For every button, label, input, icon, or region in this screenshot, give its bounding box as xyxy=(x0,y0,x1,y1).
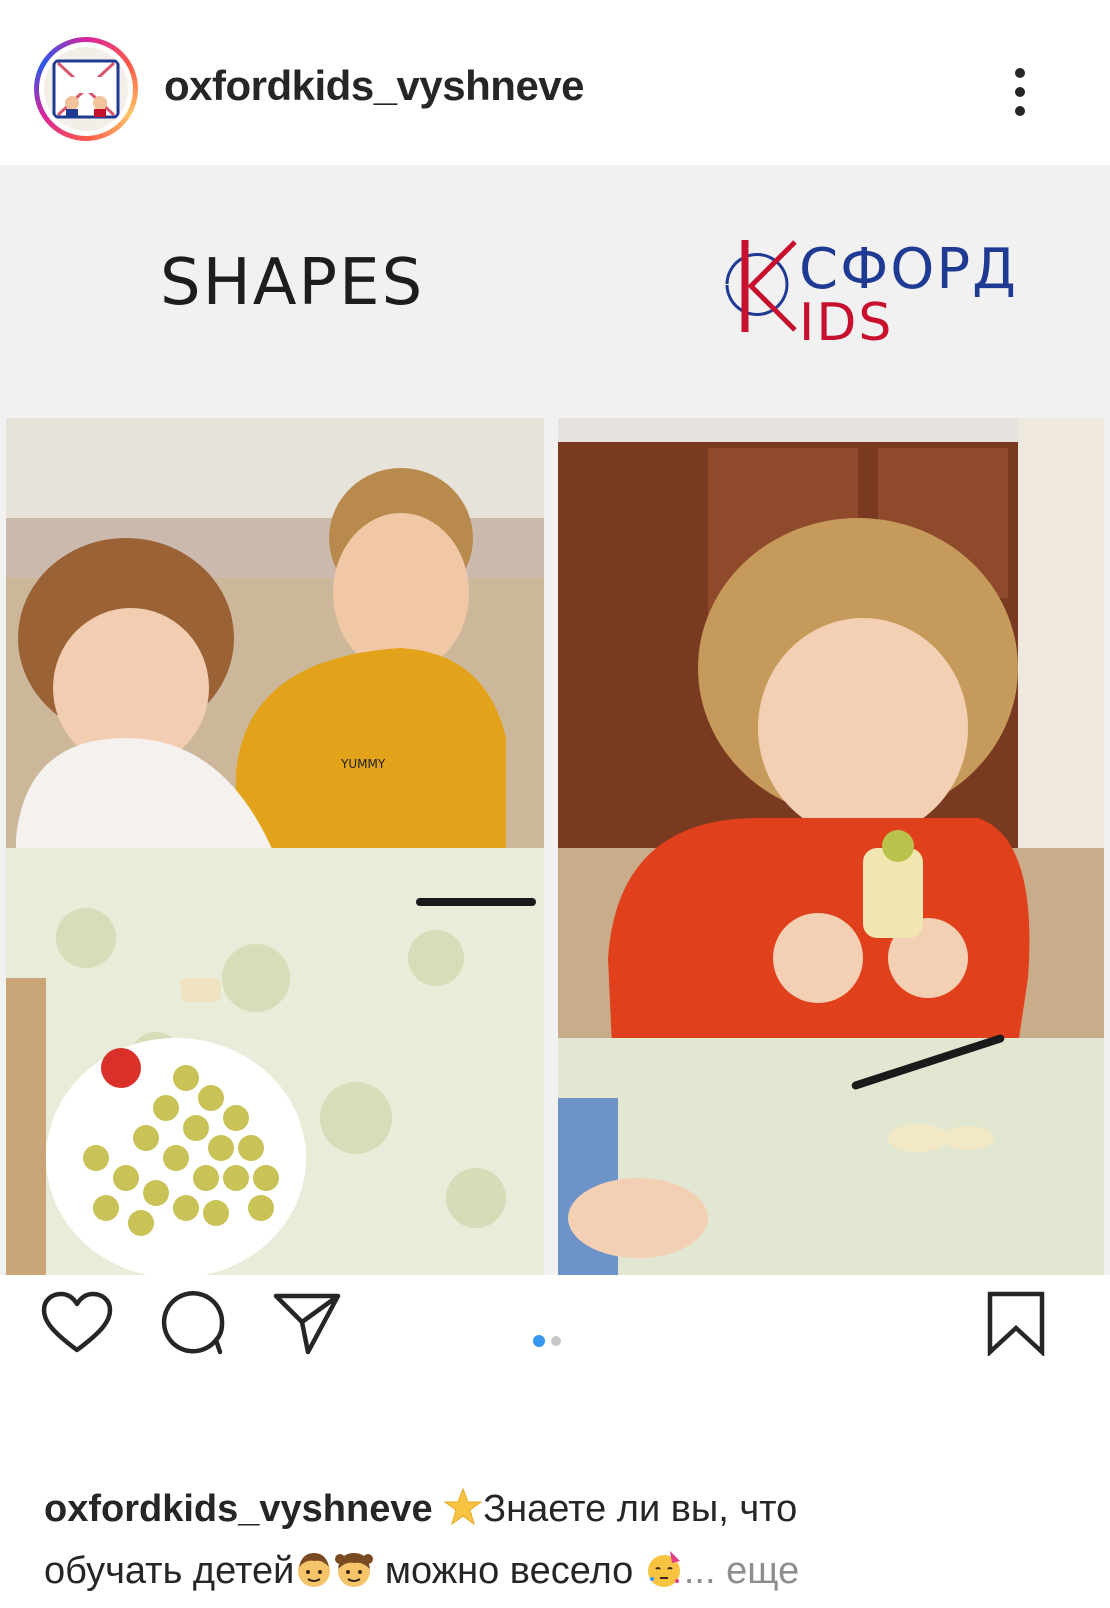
carousel-dot xyxy=(551,1336,561,1346)
brand-logo: СФОРД IDS xyxy=(695,228,1085,353)
banner-title: SHAPES xyxy=(160,246,425,320)
photo-girl-with-fruit-figure xyxy=(558,418,1104,1275)
post-caption: oxfordkids_vyshneve Знаете ли вы, что об… xyxy=(44,1478,1084,1602)
boy-emoji xyxy=(294,1546,334,1587)
caption-username[interactable]: oxfordkids_vyshneve xyxy=(44,1488,433,1530)
post-image[interactable]: SHAPES СФОРД IDS YUMMY xyxy=(0,165,1110,1275)
photo-kids-at-table: YUMMY xyxy=(6,418,544,1275)
bookmark-icon[interactable] xyxy=(986,1290,1046,1358)
carousel-indicator xyxy=(533,1335,573,1349)
profile-avatar[interactable] xyxy=(34,37,138,141)
post-author-username[interactable]: oxfordkids_vyshneve xyxy=(164,62,585,110)
more-vertical-icon[interactable] xyxy=(1005,62,1035,122)
party-face-emoji xyxy=(644,1546,684,1587)
girl-emoji xyxy=(334,1546,374,1587)
caption-more-link[interactable]: ... еще xyxy=(684,1550,799,1592)
post-header: oxfordkids_vyshneve xyxy=(0,0,1110,167)
send-icon[interactable] xyxy=(272,1290,342,1356)
carousel-dot-active xyxy=(533,1335,545,1347)
svg-text:YUMMY: YUMMY xyxy=(340,757,386,771)
svg-text:IDS: IDS xyxy=(799,293,893,348)
star-emoji xyxy=(443,1484,483,1526)
heart-icon[interactable] xyxy=(40,1290,114,1356)
caption-text-line1: Знаете ли вы, что xyxy=(483,1488,798,1530)
avatar-logo xyxy=(44,47,128,131)
caption-text-line2a: обучать детей xyxy=(44,1550,295,1592)
comment-icon[interactable] xyxy=(158,1290,226,1356)
caption-text-line2b: можно весело xyxy=(384,1550,634,1592)
